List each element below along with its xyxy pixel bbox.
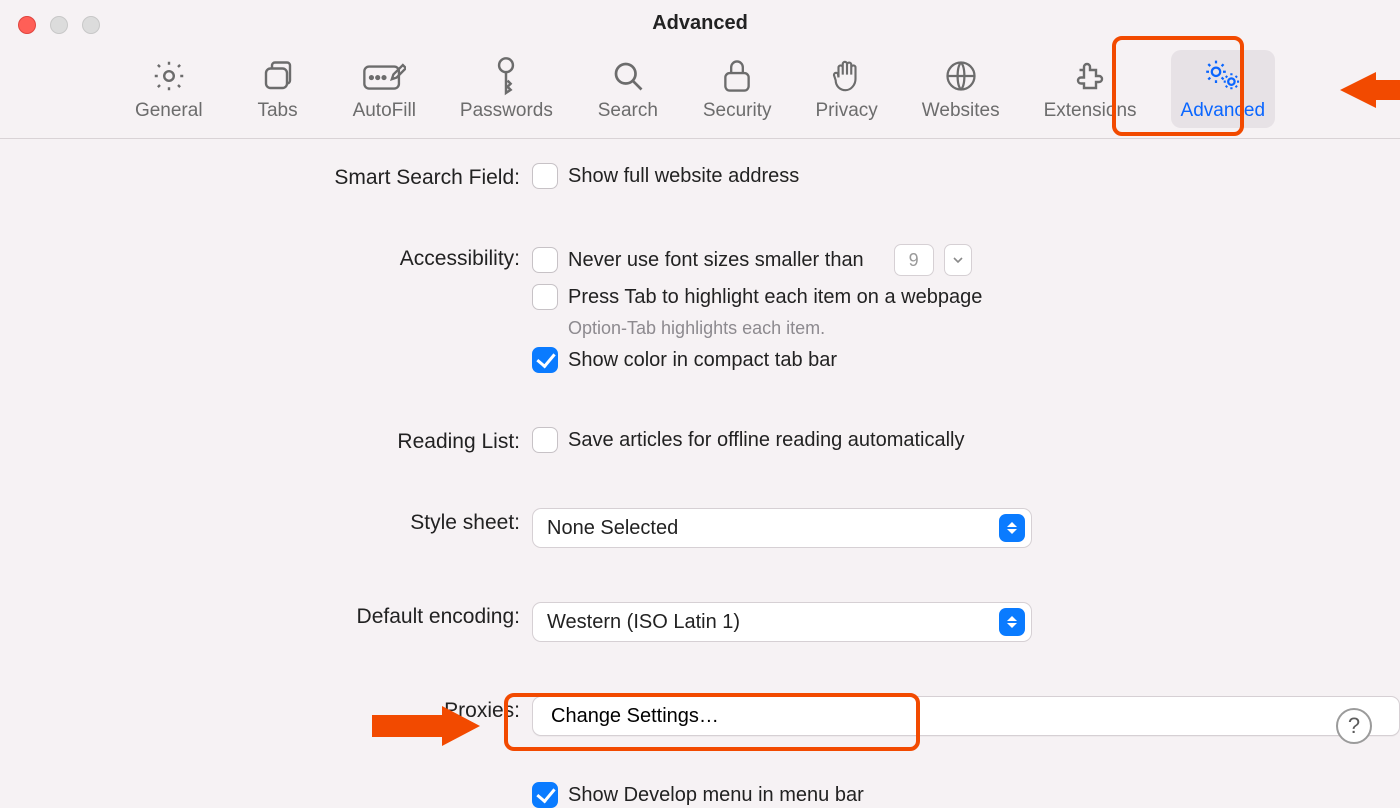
select-value: Western (ISO Latin 1) [547,611,740,634]
style-sheet-select[interactable]: None Selected [532,508,1032,548]
tab-search[interactable]: Search [587,50,669,128]
select-value: None Selected [547,517,678,540]
min-font-checkbox[interactable] [532,247,558,273]
puzzle-icon [1072,56,1108,96]
default-encoding-select[interactable]: Western (ISO Latin 1) [532,602,1032,642]
color-tab-checkbox-row[interactable]: Show color in compact tab bar [532,347,1400,373]
autofill-pencil-icon [362,56,406,96]
window-zoom-button[interactable] [82,16,100,34]
tab-advanced[interactable]: Advanced [1171,50,1276,128]
style-sheet-label: Style sheet: [0,508,520,535]
tab-privacy[interactable]: Privacy [805,50,887,128]
window-minimize-button[interactable] [50,16,68,34]
press-tab-checkbox-row[interactable]: Press Tab to highlight each item on a we… [532,284,1400,310]
reading-list-label: Reading List: [0,427,520,454]
annotation-arrow-icon [1340,72,1376,108]
window-close-button[interactable] [18,16,36,34]
checkbox-label: Save articles for offline reading automa… [568,429,965,452]
tab-extensions[interactable]: Extensions [1034,50,1147,128]
traffic-lights [18,16,100,34]
tab-label: Privacy [815,100,877,122]
accessibility-label: Accessibility: [0,244,520,271]
tabs-icon [260,56,296,96]
select-arrows-icon [999,608,1025,636]
select-arrows-icon [999,514,1025,542]
checkbox-label: Show full website address [568,165,799,188]
spacer [0,782,520,785]
advanced-pane: Smart Search Field: Show full website ad… [0,139,1400,808]
tab-label: Search [598,100,658,122]
tab-label: Passwords [460,100,553,122]
tab-general[interactable]: General [125,50,213,128]
globe-icon [943,56,979,96]
tab-label: General [135,100,203,122]
checkbox-unchecked-icon[interactable] [532,284,558,310]
chevron-down-icon [952,255,964,265]
tab-label: Security [703,100,772,122]
tab-label: Advanced [1181,100,1266,122]
annotation-arrow-icon [372,706,480,746]
checkbox-label: Show color in compact tab bar [568,349,837,372]
checkbox-checked-icon[interactable] [532,347,558,373]
gears-icon [1202,56,1244,96]
default-encoding-label: Default encoding: [0,602,520,629]
tab-websites[interactable]: Websites [912,50,1010,128]
preferences-toolbar: General Tabs AutoFill Passwords Search S… [0,46,1400,139]
smart-search-field-label: Smart Search Field: [0,163,520,190]
checkbox-unchecked-icon[interactable] [532,163,558,189]
tab-security[interactable]: Security [693,50,782,128]
tab-autofill[interactable]: AutoFill [343,50,426,128]
help-button[interactable]: ? [1336,708,1372,744]
tab-label: Websites [922,100,1000,122]
tab-passwords[interactable]: Passwords [450,50,563,128]
tab-label: Extensions [1044,100,1137,122]
press-tab-hint: Option-Tab highlights each item. [532,318,1400,339]
tab-label: AutoFill [353,100,416,122]
checkbox-label: Never use font sizes smaller than [568,249,864,272]
tab-tabs[interactable]: Tabs [237,50,319,128]
min-font-value[interactable]: 9 [894,244,934,276]
key-icon [490,56,522,96]
show-develop-menu-checkbox-row[interactable]: Show Develop menu in menu bar [532,782,1400,808]
lock-icon [721,56,753,96]
offline-reading-checkbox-row[interactable]: Save articles for offline reading automa… [532,427,1400,453]
window-title: Advanced [0,0,1400,46]
magnifier-icon [610,56,646,96]
checkbox-checked-icon[interactable] [532,782,558,808]
checkbox-label: Show Develop menu in menu bar [568,784,864,807]
min-font-stepper[interactable] [944,244,972,276]
hand-icon [830,56,864,96]
gear-icon [151,56,187,96]
change-settings-button[interactable]: Change Settings… [532,696,1400,736]
checkbox-unchecked-icon[interactable] [532,427,558,453]
checkbox-label: Press Tab to highlight each item on a we… [568,286,982,309]
tab-label: Tabs [257,100,297,122]
show-full-address-checkbox-row[interactable]: Show full website address [532,163,1400,189]
